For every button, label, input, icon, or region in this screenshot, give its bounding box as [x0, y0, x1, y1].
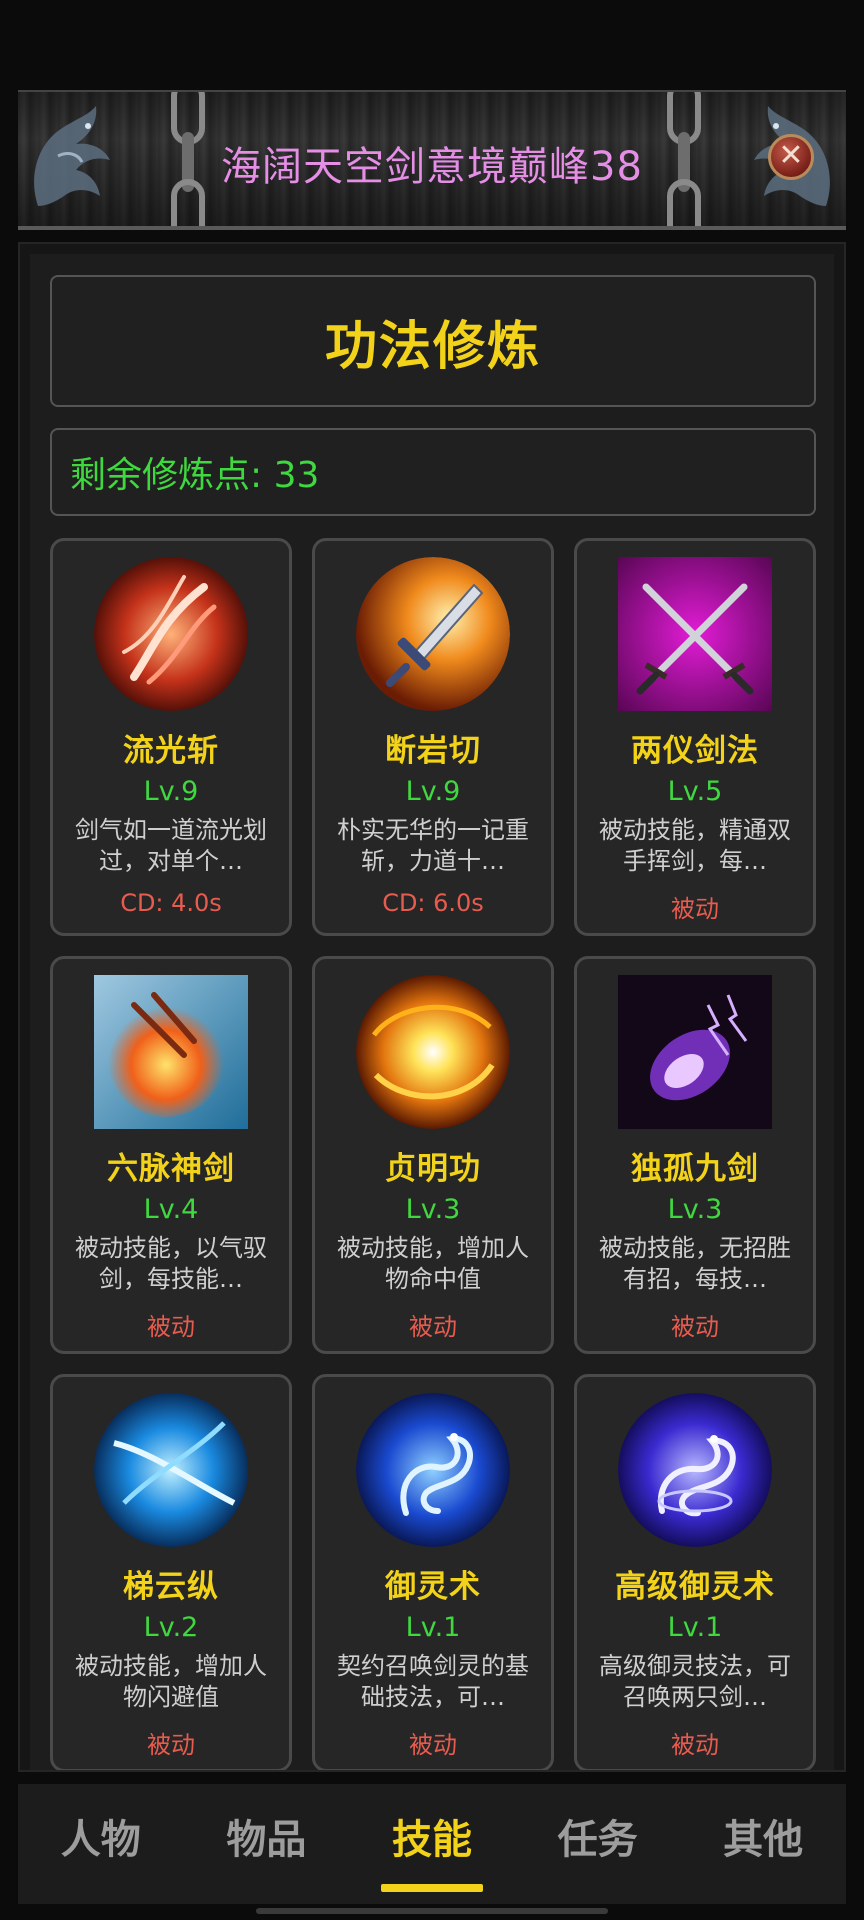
skill-level: Lv.2 [143, 1612, 199, 1643]
blue-swirl-icon [94, 1393, 248, 1547]
skill-passive-tag: 被动 [671, 895, 719, 923]
fire-burst-icon [94, 975, 248, 1129]
skill-desc: 契约召唤剑灵的基础技法，可… [337, 1652, 529, 1711]
skill-level: Lv.5 [667, 776, 723, 807]
skill-cooldown: CD: 4.0s [120, 889, 222, 917]
skill-desc: 剑气如一道流光划过，对单个… [75, 816, 267, 875]
purple-lightning-icon [618, 975, 772, 1129]
skill-name: 断岩切 [385, 733, 481, 769]
skill-card[interactable]: 六脉神剑 Lv.4 被动技能，以气驭剑，每技能… 被动 [50, 956, 292, 1354]
skill-passive-tag: 被动 [671, 1313, 719, 1341]
skill-passive-tag: 被动 [409, 1313, 457, 1341]
skill-level: Lv.4 [143, 1194, 199, 1225]
skill-desc: 朴实无华的一记重斩，力道十… [337, 816, 529, 875]
skill-name: 流光斩 [123, 733, 219, 769]
skill-name: 御灵术 [385, 1569, 481, 1605]
skill-name: 独孤九剑 [631, 1151, 759, 1187]
skill-level: Lv.9 [405, 776, 461, 807]
home-indicator[interactable] [256, 1908, 608, 1914]
skill-desc: 被动技能，无招胜有招，每技… [599, 1234, 791, 1293]
window-title: 海阔天空剑意境巅峰38 [221, 144, 643, 190]
points-box: 剩余修炼点: 33 [50, 428, 816, 516]
skill-card[interactable]: 断岩切 Lv.9 朴实无华的一记重斩，力道十… CD: 6.0s [312, 538, 554, 936]
skill-name: 梯云纵 [123, 1569, 219, 1605]
tab-items[interactable]: 物品 [184, 1784, 350, 1888]
skill-panel-content[interactable]: 功法修炼 剩余修炼点: 33 流光斩 Lv.9 剑气如一道流光划过，对单个… C… [30, 254, 834, 1770]
skill-cooldown: CD: 6.0s [382, 889, 484, 917]
skill-level: Lv.9 [143, 776, 199, 807]
skill-card[interactable]: 御灵术 Lv.1 契约召唤剑灵的基础技法，可… 被动 [312, 1374, 554, 1770]
skill-name: 两仪剑法 [631, 733, 759, 769]
skill-level: Lv.3 [405, 1194, 461, 1225]
skill-name: 高级御灵术 [615, 1569, 775, 1605]
panel-title: 功法修炼 [324, 316, 541, 377]
skill-card[interactable]: 贞明功 Lv.3 被动技能，增加人物命中值 被动 [312, 956, 554, 1354]
tab-quests[interactable]: 任务 [515, 1784, 681, 1888]
skill-desc: 被动技能，以气驭剑，每技能… [75, 1234, 267, 1293]
skill-passive-tag: 被动 [147, 1731, 195, 1759]
skill-passive-tag: 被动 [147, 1313, 195, 1341]
skill-panel: 功法修炼 剩余修炼点: 33 流光斩 Lv.9 剑气如一道流光划过，对单个… C… [18, 242, 846, 1772]
skill-grid: 流光斩 Lv.9 剑气如一道流光划过，对单个… CD: 4.0s 断岩切 Lv.… [50, 538, 816, 1770]
skill-level: Lv.3 [667, 1194, 723, 1225]
skill-desc: 高级御灵技法，可召唤两只剑… [599, 1652, 791, 1711]
sun-orb-icon [356, 975, 510, 1129]
flaming-sword-icon [356, 557, 510, 711]
crossed-swords-icon [618, 557, 772, 711]
skill-desc: 被动技能，精通双手挥剑，每… [599, 816, 791, 875]
skill-desc: 被动技能，增加人物闪避值 [75, 1652, 267, 1711]
title-banner: 海阔天空剑意境巅峰38 ✕ [18, 90, 846, 230]
skill-desc: 被动技能，增加人物命中值 [337, 1234, 529, 1293]
spirit-dragon-icon [356, 1393, 510, 1547]
skill-level: Lv.1 [405, 1612, 461, 1643]
skill-name: 贞明功 [385, 1151, 481, 1187]
light-slash-icon [94, 557, 248, 711]
tab-skills[interactable]: 技能 [349, 1784, 515, 1892]
remaining-points: 剩余修炼点: 33 [70, 455, 320, 496]
skill-name: 六脉神剑 [107, 1151, 235, 1187]
skill-card[interactable]: 梯云纵 Lv.2 被动技能，增加人物闪避值 被动 [50, 1374, 292, 1770]
skill-card[interactable]: 流光斩 Lv.9 剑气如一道流光划过，对单个… CD: 4.0s [50, 538, 292, 936]
tab-other[interactable]: 其他 [680, 1784, 846, 1888]
panel-title-box: 功法修炼 [50, 275, 816, 407]
skill-card[interactable]: 独孤九剑 Lv.3 被动技能，无招胜有招，每技… 被动 [574, 956, 816, 1354]
close-icon: ✕ [778, 138, 804, 173]
bottom-nav: 人物 物品 技能 任务 其他 [18, 1784, 846, 1904]
tab-character[interactable]: 人物 [18, 1784, 184, 1888]
skill-passive-tag: 被动 [409, 1731, 457, 1759]
close-button[interactable]: ✕ [768, 134, 814, 180]
skill-passive-tag: 被动 [671, 1731, 719, 1759]
skill-level: Lv.1 [667, 1612, 723, 1643]
skill-card[interactable]: 高级御灵术 Lv.1 高级御灵技法，可召唤两只剑… 被动 [574, 1374, 816, 1770]
advanced-spirit-dragon-icon [618, 1393, 772, 1547]
skill-card[interactable]: 两仪剑法 Lv.5 被动技能，精通双手挥剑，每… 被动 [574, 538, 816, 936]
